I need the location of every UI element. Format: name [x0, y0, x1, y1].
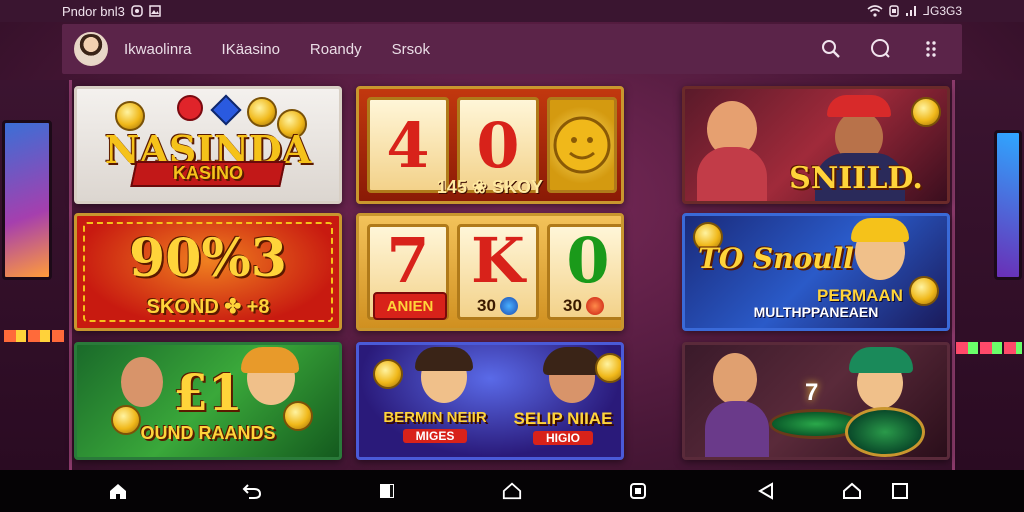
status-text: Pndor bnl3 — [62, 3, 125, 19]
bottom-nav — [0, 470, 1024, 512]
machine-screen — [994, 130, 1022, 280]
machine-screen — [2, 120, 52, 280]
nav-item-2[interactable]: IKäasino — [222, 41, 280, 58]
slot-machine-right — [952, 80, 1024, 470]
app-header: Ikwaolinra IKäasino Roandy Srsok — [62, 24, 962, 74]
tile-subtitle: SKOND ✤ +8 — [146, 296, 270, 318]
signal-icon — [905, 5, 917, 17]
tile-subtitle-2: HIGIO — [533, 431, 593, 445]
wifi-icon — [867, 5, 883, 17]
tile-title: 90%3 — [129, 228, 287, 289]
badge: 30 — [563, 296, 604, 316]
roulette-table — [845, 407, 925, 457]
search-icon[interactable] — [820, 38, 842, 60]
machine-buttons — [956, 342, 1022, 354]
screenshot-icon[interactable] — [628, 481, 648, 501]
game-tile-slot-40[interactable]: 4 0 145 ❀ SKOY — [356, 86, 624, 204]
machine-buttons — [4, 330, 64, 342]
game-tile-pound[interactable]: £1 OUND RAANDS — [74, 342, 342, 460]
recents-icon[interactable] — [377, 481, 397, 501]
home-small-icon[interactable] — [842, 481, 862, 501]
game-tile-nasinda[interactable]: NASINDA KASINO — [74, 86, 342, 204]
tile-title: BERMIN NEIIR — [383, 409, 487, 426]
tile-title: 7 — [805, 379, 819, 406]
back-triangle-icon[interactable] — [756, 481, 776, 501]
reel-symbol: K — [471, 223, 525, 297]
avatar[interactable] — [74, 32, 108, 66]
back-arrow-icon[interactable] — [242, 481, 262, 501]
nav-item-3[interactable]: Roandy — [310, 41, 362, 58]
tile-subtitle: MIGES — [403, 429, 467, 443]
tile-caption: 145 ❀ SKOY — [436, 177, 544, 197]
tile-caption: ANIEN — [386, 297, 434, 315]
reel-symbol: 0 — [566, 223, 610, 297]
more-icon[interactable] — [920, 38, 942, 60]
game-tile-multiplayer[interactable]: TO Snoull PERMAAN MULTHPPANEAEN — [682, 213, 950, 331]
status-bar: Pndor bnl3 ⅃G3G3 — [0, 0, 1024, 22]
badge-value: 30 — [563, 296, 582, 315]
tile-title: SNIILD. — [789, 161, 923, 196]
gallery-icon — [149, 5, 161, 17]
game-tile-sniild[interactable]: SNIILD. — [682, 86, 950, 204]
game-tile-slot-7k0[interactable]: 7 K 0 ANIEN 30 30 — [356, 213, 624, 331]
chat-icon[interactable] — [870, 38, 892, 60]
home-outline-icon[interactable] — [502, 481, 522, 501]
top-nav: Ikwaolinra IKäasino Roandy Srsok — [124, 41, 430, 58]
game-tile-bonus[interactable]: 90%3 SKOND ✤ +8 — [74, 213, 342, 331]
tile-title: TO Snoull — [698, 242, 854, 275]
badge: 30 — [477, 296, 518, 316]
nav-item-1[interactable]: Ikwaolinra — [124, 41, 192, 58]
notification-icon — [131, 5, 143, 17]
tile-subtitle: KASINO — [172, 163, 243, 183]
home-icon[interactable] — [108, 481, 128, 501]
overview-square-icon[interactable] — [890, 481, 910, 501]
tile-caption: MULTHPPANEAEN — [753, 304, 879, 320]
slot-machine-left — [0, 80, 72, 470]
sim-icon — [889, 5, 900, 17]
tile-title-2: SELIP NIIAE — [513, 409, 613, 428]
badge-value: 30 — [477, 296, 496, 315]
status-right-text: ⅃G3G3 — [923, 4, 962, 18]
game-tile-bermin[interactable]: BERMIN NEIIR MIGES SELIP NIIAE HIGIO — [356, 342, 624, 460]
coin-face-icon — [553, 116, 611, 174]
gem-icon — [585, 297, 604, 315]
reel-symbol: 0 — [476, 108, 520, 182]
reel-symbol: 4 — [386, 108, 430, 182]
tile-subtitle: PERMAAN — [817, 286, 903, 305]
game-tile-roulette[interactable]: 7 — [682, 342, 950, 460]
tile-title: £1 — [173, 363, 243, 422]
tile-caption-ribbon: ANIEN — [373, 292, 447, 320]
tile-subtitle: OUND RAANDS — [140, 423, 276, 443]
globe-icon — [499, 297, 518, 315]
nav-item-4[interactable]: Srsok — [392, 41, 430, 58]
reel-symbol: 7 — [386, 223, 430, 297]
